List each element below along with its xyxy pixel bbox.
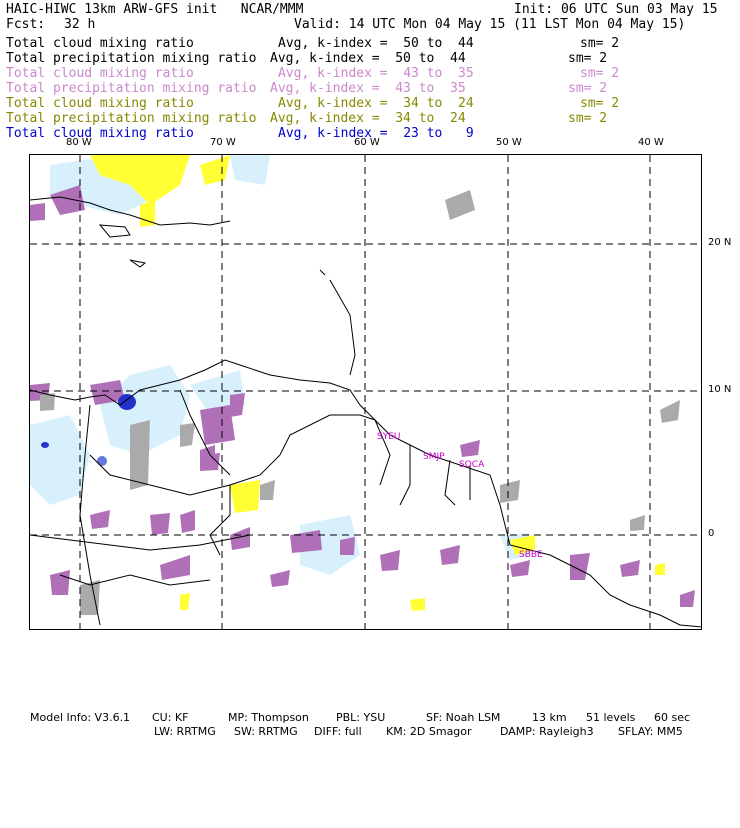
map-panel [29, 154, 702, 630]
resolution: 13 km [532, 711, 567, 724]
legend-range: Avg, k-index = 43 to 35 [270, 81, 466, 96]
legend-sm: sm= 2 [568, 81, 608, 96]
lon-label-40w: 40 W [638, 137, 664, 148]
legend-row-7: Total cloud mixing ratio Avg, k-index = … [6, 126, 474, 171]
model-title: HAIC-HIWC 13km ARW-GFS init NCAR/MMM [6, 2, 304, 17]
legend-range: Avg, k-index = 34 to 24 [278, 96, 474, 111]
lon-label-60w: 60 W [354, 137, 380, 148]
legend-field: Total precipitation mixing ratio [6, 111, 257, 126]
model-info-line-2: LW: RRTMG SW: RRTMG DIFF: full KM: 2D Sm… [154, 725, 734, 739]
init-time: Init: 06 UTC Sun 03 May 15 [514, 2, 718, 17]
cumulus-scheme: CU: KF [152, 711, 189, 724]
legend-range: Avg, k-index = 43 to 35 [278, 66, 474, 81]
legend-field: Total cloud mixing ratio [6, 96, 194, 111]
model-version: Model Info: V3.6.1 [30, 711, 131, 724]
lon-label-80w: 80 W [66, 137, 92, 148]
lon-label-50w: 50 W [496, 137, 522, 148]
legend-sm: sm= 2 [568, 51, 608, 66]
microphysics-scheme: MP: Thompson [228, 711, 309, 724]
surface-scheme: SF: Noah LSM [426, 711, 501, 724]
station-syeu: SYEU [377, 432, 401, 442]
shortwave-scheme: SW: RRTMG [234, 725, 298, 738]
fcst-label: Fcst: [6, 17, 46, 32]
map-canvas [30, 155, 701, 629]
lat-label-20n: 20 N [708, 237, 732, 248]
station-soca: SOCA [459, 460, 485, 470]
legend-field: Total cloud mixing ratio [6, 66, 194, 81]
legend-range: Avg, k-index = 50 to 44 [270, 51, 466, 66]
damping: DAMP: Rayleigh3 [500, 725, 594, 738]
legend-range: Avg, k-index = 34 to 24 [270, 111, 466, 126]
legend-field: Total precipitation mixing ratio [6, 51, 257, 66]
lat-label-0: 0 [708, 528, 715, 539]
surface-layer: SFLAY: MM5 [618, 725, 683, 738]
pbl-scheme: PBL: YSU [336, 711, 386, 724]
legend-range: Avg, k-index = 50 to 44 [278, 36, 474, 51]
levels: 51 levels [586, 711, 636, 724]
lat-label-10n: 10 N [708, 384, 732, 395]
model-info-line-1: Model Info: V3.6.1 CU: KF MP: Thompson P… [30, 711, 730, 725]
legend-field: Total cloud mixing ratio [6, 126, 194, 141]
legend-sm: sm= 2 [568, 111, 608, 126]
lon-label-70w: 70 W [210, 137, 236, 148]
legend-sm: sm= 2 [580, 66, 620, 81]
timestep: 60 sec [654, 711, 691, 724]
station-smjp: SMJP [423, 452, 445, 462]
diffusion: DIFF: full [314, 725, 362, 738]
longwave-scheme: LW: RRTMG [154, 725, 216, 738]
km-option: KM: 2D Smagor [386, 725, 472, 738]
legend-sm: sm= 2 [580, 96, 620, 111]
legend-field: Total cloud mixing ratio [6, 36, 194, 51]
fcst-value: 32 h [64, 17, 96, 32]
legend-sm: sm= 2 [580, 36, 620, 51]
legend-field: Total precipitation mixing ratio [6, 81, 257, 96]
valid-time: Valid: 14 UTC Mon 04 May 15 (11 LST Mon … [294, 17, 686, 32]
station-sbbe: SBBE [519, 550, 543, 560]
